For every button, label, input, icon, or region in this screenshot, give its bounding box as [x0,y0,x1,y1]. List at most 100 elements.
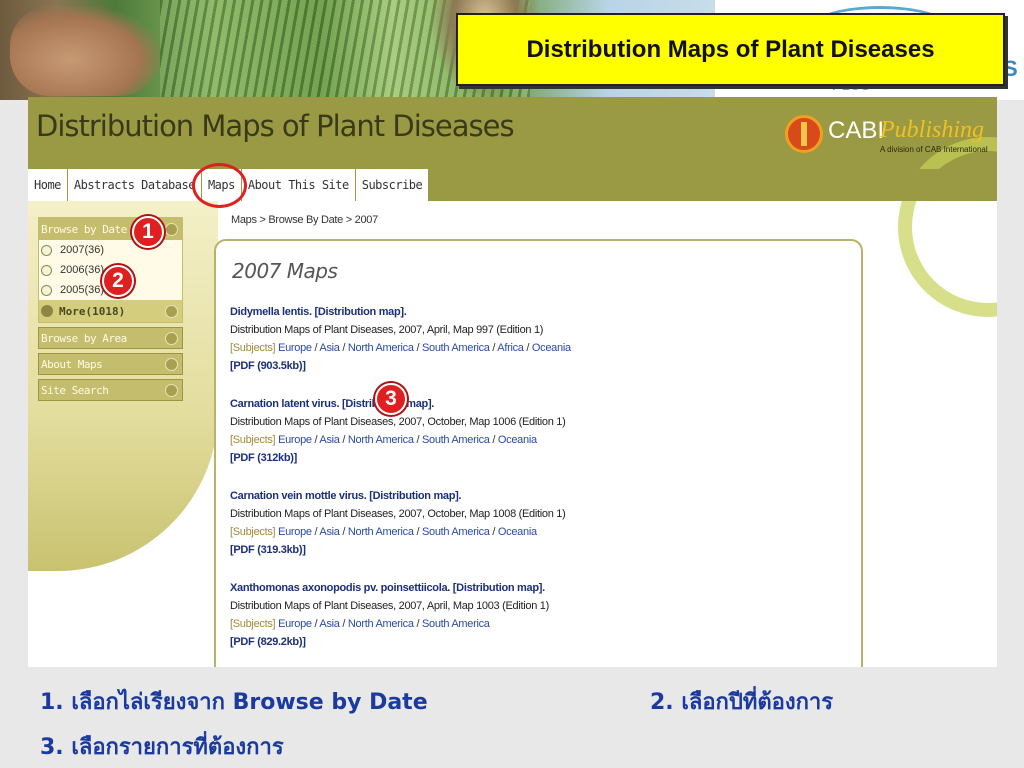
header-arc-decoration [898,137,997,317]
cabi-logo-icon [785,115,823,153]
subject-link[interactable]: Africa [497,342,524,354]
nav-filler [413,169,997,201]
pdf-link[interactable]: [PDF (829.2kb)] [230,633,549,651]
logo-letter: S [1003,56,1018,81]
subjects-label: [Subjects] [230,526,276,538]
entry-subjects: [Subjects] Europe / Asia / North America… [230,431,565,449]
website-screenshot: Distribution Maps of Plant Diseases CABI… [28,97,997,667]
year-label: 2007(36) [60,244,105,256]
nav-home[interactable]: Home [28,169,68,201]
bullet-icon [41,305,53,317]
entry-subjects: [Subjects] Europe / Asia / North America… [230,615,549,633]
subject-link[interactable]: Asia [319,526,340,538]
about-maps-label: About Maps [41,357,103,371]
subject-separator: / [489,526,498,538]
subject-link[interactable]: Oceania [498,434,537,446]
radio-icon [41,244,52,256]
subjects-label: [Subjects] [230,618,276,630]
subject-link[interactable]: Asia [319,434,340,446]
caption-step-2: 2. เลือกปีที่ต้องการ [650,690,834,715]
caption-step-3: 3. เลือกรายการที่ต้องการ [40,735,284,760]
subject-link[interactable]: Europe [278,434,312,446]
subject-link[interactable]: Asia [319,342,340,354]
site-header: Distribution Maps of Plant Diseases CABI… [28,97,997,317]
step-badge-1: 1 [132,216,164,248]
subject-link[interactable]: South America [422,526,490,538]
entry-meta: Distribution Maps of Plant Diseases, 200… [230,416,566,428]
subject-link[interactable]: North America [348,526,414,538]
year-label: 2006(36) [60,264,105,276]
pdf-link[interactable]: [PDF (319.3kb)] [230,541,565,559]
subject-separator: / [339,434,348,446]
subject-link[interactable]: Europe [278,342,312,354]
expand-arrow-icon [165,357,178,371]
site-title: Distribution Maps of Plant Diseases [36,109,515,143]
more-years[interactable]: More(1018) [39,300,182,322]
entry-meta: Distribution Maps of Plant Diseases, 200… [230,600,549,612]
subject-link[interactable]: Europe [278,526,312,538]
slide-title: Distribution Maps of Plant Diseases [526,35,935,63]
nav-abstracts-database[interactable]: Abstracts Database [67,169,202,201]
browse-by-area-label: Browse by Area [41,331,127,345]
site-search-header[interactable]: Site Search [38,379,183,401]
subject-link[interactable]: Oceania [498,526,537,538]
map-entry: Didymella lentis. [Distribution map]. Dis… [230,303,571,375]
subject-link[interactable]: North America [348,342,414,354]
subject-separator: / [489,434,498,446]
entry-meta: Distribution Maps of Plant Diseases, 200… [230,508,566,520]
expand-arrow-icon [165,304,178,318]
nav-subscribe[interactable]: Subscribe [355,169,430,201]
breadcrumb: Maps > Browse By Date > 2007 [231,214,378,226]
browse-by-area-header[interactable]: Browse by Area [38,327,183,349]
content-heading: 2007 Maps [232,259,338,283]
browse-by-date-label: Browse by Date [41,222,127,236]
map-entry: Carnation vein mottle virus. [Distributi… [230,487,566,559]
entry-subjects: [Subjects] Europe / Asia / North America… [230,339,571,357]
step-badge-2: 2 [102,265,134,297]
subjects-label: [Subjects] [230,434,276,446]
slide-title-box: Distribution Maps of Plant Diseases [456,13,1005,86]
year-2007[interactable]: 2007(36) [39,240,182,260]
maps-highlight-circle [192,163,247,208]
subject-link[interactable]: North America [348,618,414,630]
pdf-link[interactable]: [PDF (312kb)] [230,449,565,467]
expand-arrow-icon [165,331,178,345]
subject-link[interactable]: Europe [278,618,312,630]
subject-separator: / [523,342,532,354]
subject-link[interactable]: Asia [319,618,340,630]
more-years-label: More(1018) [59,304,126,318]
subject-separator: / [339,618,348,630]
radio-icon [41,264,52,276]
sidebar: Browse by Date 2007(36) 2006(36) 2005(36… [38,217,183,405]
radio-icon [41,284,52,296]
entry-meta: Distribution Maps of Plant Diseases, 200… [230,324,544,336]
site-search-label: Site Search [41,383,109,397]
division-text: A division of CAB International [880,145,988,154]
content-panel: 2007 Maps Didymella lentis. [Distributio… [214,239,863,667]
expand-arrow-icon [165,383,178,397]
nav-about-this-site[interactable]: About This Site [241,169,356,201]
entry-title-link[interactable]: Carnation vein mottle virus. [Distributi… [230,487,565,505]
subject-link[interactable]: South America [422,342,490,354]
step-badge-3: 3 [375,383,407,415]
publishing-logo-text: Publishing [880,117,985,143]
about-maps-header[interactable]: About Maps [38,353,183,375]
slide: PLUS S Distribution Maps of Plant Diseas… [0,0,1024,768]
subject-link[interactable]: North America [348,434,414,446]
subject-separator: / [413,434,422,446]
year-label: 2005(36) [60,284,105,296]
cabi-logo-text: CABI [828,117,885,144]
subject-link[interactable]: South America [422,618,490,630]
map-entry: Xanthomonas axonopodis pv. poinsettiicol… [230,579,549,651]
entry-title-link[interactable]: Xanthomonas axonopodis pv. poinsettiicol… [230,579,549,597]
subjects-label: [Subjects] [230,342,276,354]
entry-title-link[interactable]: Didymella lentis. [Distribution map]. [230,303,571,321]
subject-separator: / [339,342,348,354]
subject-link[interactable]: South America [422,434,490,446]
entry-subjects: [Subjects] Europe / Asia / North America… [230,523,565,541]
subject-separator: / [413,526,422,538]
pdf-link[interactable]: [PDF (903.5kb)] [230,357,571,375]
subject-link[interactable]: Oceania [532,342,571,354]
more-years-content: More(1018) [41,305,125,318]
caption-step-1: 1. เลือกไล่เรียงจาก Browse by Date [40,690,428,715]
